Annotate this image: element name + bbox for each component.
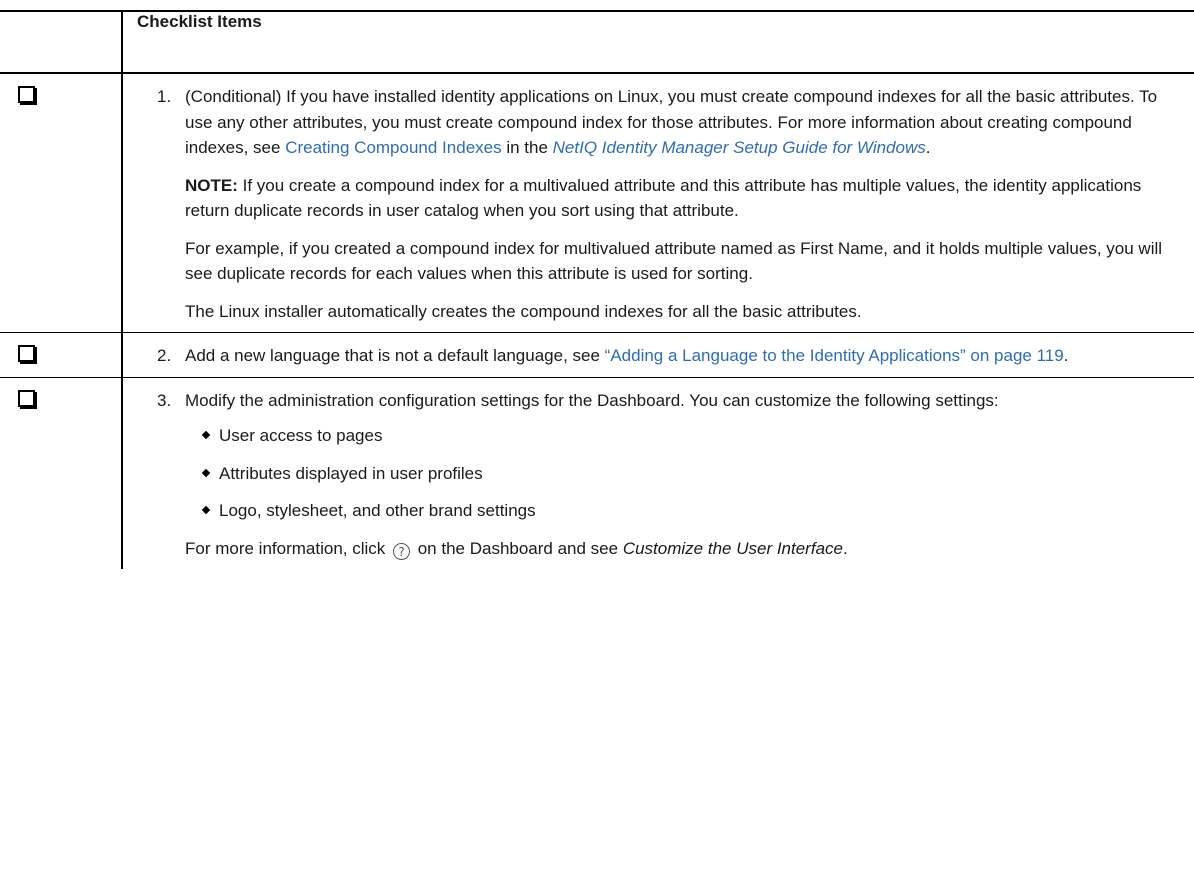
note-text: If you create a compound index for a mul… [185,175,1142,221]
checklist-table: Checklist Items 1. (Conditional) If you … [0,10,1194,569]
header-checklist-items: Checklist Items [122,10,1194,74]
checkbox-cell-2 [0,332,123,378]
bullet-diamond-icon [201,468,211,477]
table-header-row: Checklist Items [0,10,1194,74]
header-checkbox-column [0,10,123,74]
item-cell-3: 3. Modify the administration configurati… [122,377,1194,569]
example-paragraph: For example, if you created a compound i… [185,238,1163,284]
text-run: . [925,138,931,157]
help-circle-icon: ? [393,542,410,560]
bullet-diamond-icon [201,430,211,440]
text-run: . [842,538,848,558]
list-item-text: Attributes displayed in user profiles [219,463,483,483]
checklist-row-3: 3. Modify the administration configurati… [0,377,1194,569]
item-number: 3. [157,390,172,410]
text-run: Add a new language that is not a default… [185,346,605,365]
checkbox-icon[interactable] [18,345,35,362]
item-3-outro: For more information, click ? on the Das… [185,536,1176,562]
list-item: User access to pages [201,423,1176,449]
checkbox-cell-1 [0,73,123,333]
list-item-text: Logo, stylesheet, and other brand settin… [219,501,536,520]
text-run: For more information, click [185,538,390,558]
settings-list: User access to pages Attributes displaye… [185,423,1176,524]
item-number: 1. [157,87,172,106]
note-paragraph: NOTE: If you create a compound index for… [185,173,1176,224]
list-item: Attributes displayed in user profiles [201,461,1176,487]
item-cell-1: 1. (Conditional) If you have installed i… [122,73,1194,333]
item-cell-2: 2. Add a new language that is not a defa… [122,332,1194,378]
checkbox-cell-3 [0,377,123,569]
document-page: Checklist Items 1. (Conditional) If you … [0,0,1194,883]
item-number: 2. [157,346,172,365]
item-1-paragraph: (Conditional) If you have installed iden… [185,84,1176,161]
note-label: NOTE: [185,175,238,195]
link-creating-compound-indexes[interactable]: Creating Compound Indexes [285,138,501,157]
checkbox-icon[interactable] [18,86,35,103]
list-item-text: User access to pages [219,426,383,445]
text-run: . [1063,346,1069,365]
list-item: Logo, stylesheet, and other brand settin… [201,498,1176,524]
checklist-row-2: 2. Add a new language that is not a defa… [0,332,1194,378]
installer-paragraph: The Linux installer automatically create… [185,301,862,321]
checklist-row-1: 1. (Conditional) If you have installed i… [0,73,1194,333]
checkbox-icon[interactable] [18,389,35,407]
text-run: in the [501,138,553,157]
bullet-diamond-icon [201,505,211,515]
italic-text: Customize the User Interface [622,538,843,558]
link-adding-language[interactable]: “Adding a Language to the Identity Appli… [605,346,1064,365]
item-2-paragraph: Add a new language that is not a default… [185,343,1176,369]
item-3-intro: Modify the administration configuration … [185,390,999,410]
link-setup-guide-windows[interactable]: NetIQ Identity Manager Setup Guide for W… [553,138,926,157]
text-run: on the Dashboard and see [413,538,623,558]
